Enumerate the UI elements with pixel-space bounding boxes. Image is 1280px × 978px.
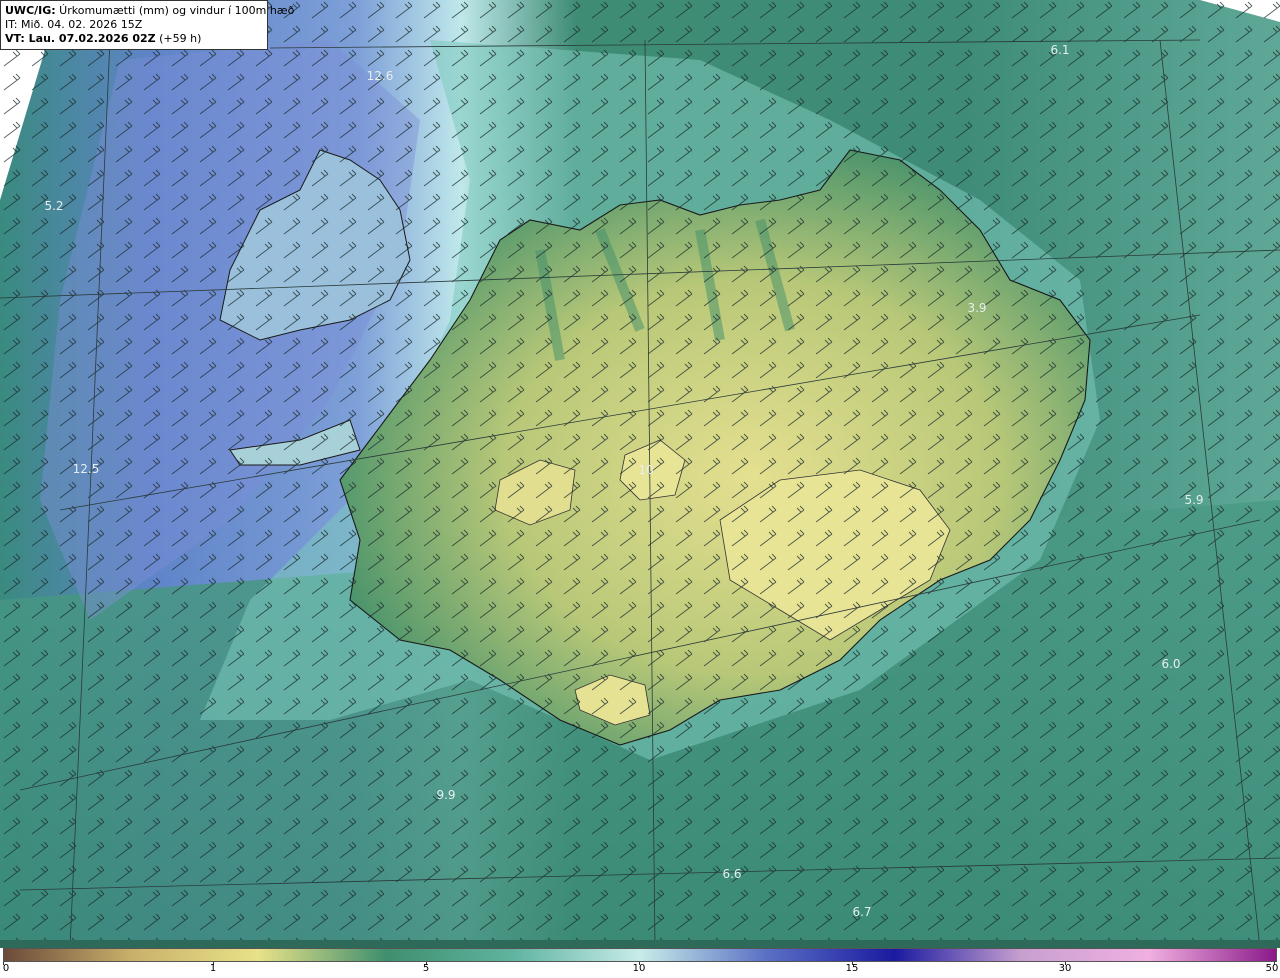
title-line: UWC/IG: Úrkomumætti (mm) og vindur í 100… bbox=[5, 4, 294, 18]
value-label: 6.0 bbox=[1161, 657, 1181, 671]
colorbar-tick-label: 5 bbox=[422, 963, 430, 974]
colorbar-tick-label: 1 bbox=[209, 963, 217, 974]
weather-map bbox=[0, 0, 1280, 949]
value-label: 3.9 bbox=[967, 301, 987, 315]
colorbar-strip bbox=[3, 948, 1277, 962]
colorbar-tick-label: 10 bbox=[632, 963, 646, 974]
value-label: 10 bbox=[638, 463, 654, 477]
value-label: 5.9 bbox=[1184, 493, 1204, 507]
forecast-offset: (+59 h) bbox=[155, 32, 202, 45]
valid-time-line: VT: Lau. 07.02.2026 02Z (+59 h) bbox=[5, 32, 263, 46]
valid-time-value: Lau. 07.02.2026 02Z bbox=[24, 32, 156, 45]
colorbar-tick-label: 15 bbox=[845, 963, 859, 974]
colorbar-tick-label: 0 bbox=[2, 963, 10, 974]
map-bottom-strip bbox=[0, 940, 1280, 948]
map-title: Úrkomumætti (mm) og vindur í 100m hæð bbox=[55, 4, 295, 17]
value-label: 6.1 bbox=[1050, 43, 1070, 57]
value-label: 5.2 bbox=[44, 199, 64, 213]
model-code: UWC/IG: bbox=[5, 4, 56, 17]
valid-time-label: VT: bbox=[5, 32, 25, 45]
colorbar-tick-label: 30 bbox=[1058, 963, 1072, 974]
value-label: 6.7 bbox=[852, 905, 872, 919]
map-info-box: UWC/IG: Úrkomumætti (mm) og vindur í 100… bbox=[0, 0, 294, 50]
colorbar: 0 1 5 10 15 30 50 bbox=[0, 948, 1280, 978]
initial-time: IT: Mið. 04. 02. 2026 15Z bbox=[5, 18, 143, 31]
value-label: 9.9 bbox=[436, 788, 456, 802]
colorbar-tick-label: 50 bbox=[1265, 963, 1279, 974]
value-label: 12.5 bbox=[72, 462, 100, 476]
value-label: 6.6 bbox=[722, 867, 742, 881]
value-label: 12.6 bbox=[366, 69, 394, 83]
